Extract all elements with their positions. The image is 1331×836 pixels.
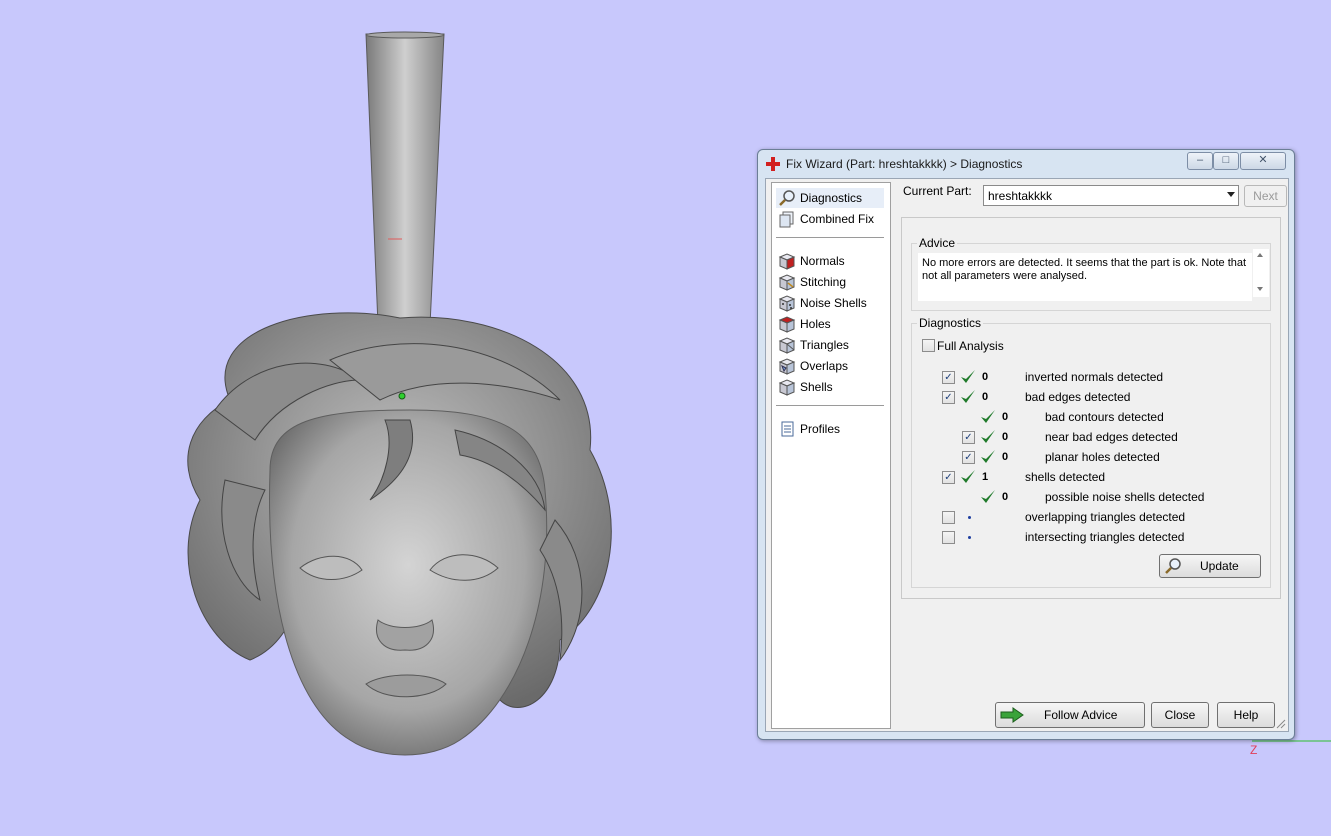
chevron-down-icon bbox=[1227, 192, 1235, 197]
nav-item-normals[interactable]: Normals bbox=[776, 251, 884, 271]
diagnostic-row: ✓ 0 near bad edges detected bbox=[912, 428, 1262, 446]
close-window-button[interactable]: ✕ bbox=[1240, 152, 1286, 170]
diagnostic-checkbox[interactable]: ✓ bbox=[942, 471, 955, 484]
minimize-button[interactable]: – bbox=[1187, 152, 1213, 170]
diagnostic-checkbox[interactable] bbox=[942, 511, 955, 524]
nav-item-triangles[interactable]: Triangles bbox=[776, 335, 884, 355]
diagnostic-row: 0 possible noise shells detected bbox=[912, 488, 1262, 506]
scroll-up-icon[interactable] bbox=[1257, 253, 1263, 257]
diagnostic-checkbox[interactable]: ✓ bbox=[962, 431, 975, 444]
arrow-right-icon bbox=[1000, 707, 1024, 723]
green-check-icon bbox=[961, 370, 975, 383]
green-check-icon bbox=[981, 450, 995, 463]
nav-item-overlaps[interactable]: Overlaps bbox=[776, 356, 884, 376]
diagnostic-checkbox[interactable]: ✓ bbox=[942, 391, 955, 404]
stem-shape bbox=[365, 33, 445, 326]
diagnostic-count: 0 bbox=[982, 371, 989, 383]
diagnostic-row: ✓ 1 shells detected bbox=[912, 468, 1262, 486]
advice-title: Advice bbox=[917, 236, 958, 250]
green-check-icon bbox=[961, 390, 975, 403]
diagnostic-count: 0 bbox=[1002, 411, 1009, 423]
diagnostics-title: Diagnostics bbox=[917, 316, 984, 330]
pending-dot-icon bbox=[968, 536, 971, 539]
document-icon bbox=[781, 421, 794, 437]
advice-group: Advice No more errors are detected. It s… bbox=[911, 236, 1271, 311]
dialog-titlebar[interactable]: Fix Wizard (Part: hreshtakkkk) > Diagnos… bbox=[758, 150, 1294, 178]
green-check-icon bbox=[981, 410, 995, 423]
pages-icon bbox=[779, 211, 794, 228]
z-axis-label: Z bbox=[1250, 743, 1258, 757]
diagnostic-row: ✓ 0 inverted normals detected bbox=[912, 368, 1262, 386]
nav-item-combined-fix[interactable]: Combined Fix bbox=[776, 209, 884, 229]
advice-text: No more errors are detected. It seems th… bbox=[918, 253, 1252, 301]
green-check-icon bbox=[981, 430, 995, 443]
diagnostic-label: near bad edges detected bbox=[1045, 430, 1178, 444]
diagnostic-count: 0 bbox=[1002, 431, 1009, 443]
help-button[interactable]: Help bbox=[1217, 702, 1275, 728]
diagnostic-label: shells detected bbox=[1025, 470, 1106, 484]
current-part-label: Current Part: bbox=[903, 184, 972, 198]
diagnostic-checkbox[interactable]: ✓ bbox=[962, 451, 975, 464]
dialog-title: Fix Wizard (Part: hreshtakkkk) > Diagnos… bbox=[786, 157, 1023, 171]
triangles-cube-icon bbox=[778, 337, 796, 354]
current-part-value: hreshtakkkk bbox=[988, 189, 1053, 203]
nav-item-holes[interactable]: Holes bbox=[776, 314, 884, 334]
diagnostic-row: 0 bad contours detected bbox=[912, 408, 1262, 426]
diagnostics-group: Diagnostics Full Analysis ✓ 0 inverted nor… bbox=[911, 316, 1271, 588]
magnifier-icon bbox=[779, 190, 795, 206]
diagnostic-label: planar holes detected bbox=[1045, 450, 1160, 464]
green-check-icon bbox=[961, 470, 975, 483]
advice-scrollbar[interactable] bbox=[1253, 249, 1269, 297]
scroll-down-icon[interactable] bbox=[1257, 287, 1263, 291]
holes-cube-icon bbox=[778, 316, 796, 333]
nav-item-shells[interactable]: Shells bbox=[776, 377, 884, 397]
green-check-icon bbox=[981, 490, 995, 503]
nav-item-stitching[interactable]: Stitching bbox=[776, 272, 884, 292]
diagnostic-checkbox[interactable]: ✓ bbox=[942, 371, 955, 384]
diagnostic-row: overlapping triangles detected bbox=[912, 508, 1262, 526]
diagnostic-row: ✓ 0 planar holes detected bbox=[912, 448, 1262, 466]
diagnostic-label: inverted normals detected bbox=[1025, 370, 1164, 384]
update-button[interactable]: Update bbox=[1159, 554, 1261, 578]
nav-separator bbox=[776, 237, 884, 238]
nav-item-noise-shells[interactable]: Noise Shells bbox=[776, 293, 884, 313]
nav-item-diagnostics[interactable]: Diagnostics bbox=[776, 188, 884, 208]
dialog-client: Diagnostics Combined Fix Normals Stitchi… bbox=[765, 178, 1289, 732]
red-cross-icon bbox=[766, 157, 780, 171]
current-part-select[interactable]: hreshtakkkk bbox=[983, 185, 1239, 206]
diagnostic-label: bad contours detected bbox=[1045, 410, 1164, 424]
nav-separator bbox=[776, 405, 884, 406]
diagnostic-count: 1 bbox=[982, 471, 989, 483]
full-analysis-label: Full Analysis bbox=[937, 339, 1004, 353]
stitching-cube-icon bbox=[778, 274, 796, 291]
wizard-nav: Diagnostics Combined Fix Normals Stitchi… bbox=[771, 182, 891, 729]
noise-shells-icon bbox=[778, 295, 796, 312]
follow-advice-button[interactable]: Follow Advice bbox=[995, 702, 1145, 728]
next-button[interactable]: Next bbox=[1244, 185, 1287, 207]
full-analysis-checkbox[interactable] bbox=[922, 339, 935, 352]
diagnostic-label: intersecting triangles detected bbox=[1025, 530, 1185, 544]
diagnostic-row: intersecting triangles detected bbox=[912, 528, 1262, 546]
diagnostic-count: 0 bbox=[1002, 491, 1009, 503]
follow-advice-label: Follow Advice bbox=[1044, 708, 1118, 722]
diagnostic-label: overlapping triangles detected bbox=[1025, 510, 1186, 524]
resize-grip-icon[interactable] bbox=[1276, 719, 1286, 729]
diagnostic-count: 0 bbox=[982, 391, 989, 403]
normals-cube-icon bbox=[778, 253, 796, 270]
diagnostic-label: bad edges detected bbox=[1025, 390, 1131, 404]
maximize-button[interactable]: □ bbox=[1213, 152, 1239, 170]
diagnostic-row: ✓ 0 bad edges detected bbox=[912, 388, 1262, 406]
diagnostic-label: possible noise shells detected bbox=[1045, 490, 1205, 504]
diagnostic-checkbox[interactable] bbox=[942, 531, 955, 544]
shells-cube-icon bbox=[778, 379, 796, 396]
magnifier-icon bbox=[1165, 558, 1181, 574]
update-label: Update bbox=[1200, 559, 1239, 573]
close-button[interactable]: Close bbox=[1151, 702, 1209, 728]
diagnostics-panel: Advice No more errors are detected. It s… bbox=[901, 217, 1281, 599]
fix-wizard-dialog: Fix Wizard (Part: hreshtakkkk) > Diagnos… bbox=[757, 149, 1295, 740]
pending-dot-icon bbox=[968, 516, 971, 519]
nav-item-profiles[interactable]: Profiles bbox=[776, 419, 884, 439]
diagnostic-count: 0 bbox=[1002, 451, 1009, 463]
overlaps-cube-icon bbox=[778, 358, 796, 375]
